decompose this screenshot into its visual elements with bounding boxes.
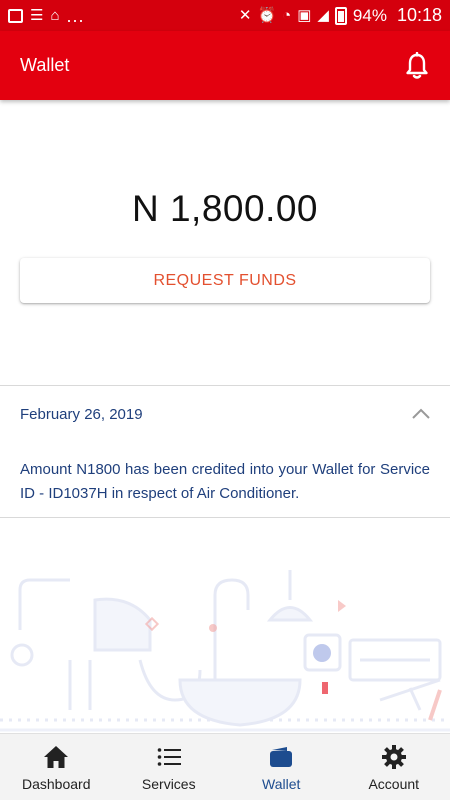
home-icon: [43, 744, 69, 770]
list-icon: [156, 744, 182, 770]
app-bar: Wallet: [0, 31, 450, 100]
alarm-icon: ⏰: [257, 7, 277, 24]
scale-notification-icon: ⌂: [50, 7, 60, 24]
page-title: Wallet: [20, 55, 70, 75]
nav-services[interactable]: Services: [113, 734, 226, 800]
divider: [0, 517, 450, 518]
nav-wallet-label: Wallet: [262, 776, 301, 792]
nav-account-label: Account: [368, 776, 420, 792]
signal-icon: ◢: [317, 7, 329, 24]
mute-icon: ✕: [238, 7, 252, 24]
nav-dashboard[interactable]: Dashboard: [0, 734, 113, 800]
battery-percent: 94%: [352, 5, 387, 25]
list-notification-icon: ☰: [30, 7, 44, 24]
more-notifications-indicator: ...: [66, 5, 85, 26]
wallet-icon: [268, 744, 294, 770]
status-system: ✕ ⏰ ◔ ▣ ◢ 94% 10:18: [239, 5, 442, 26]
bottom-navigation: Dashboard Services Wallet Account: [0, 733, 450, 800]
background-illustration: [0, 560, 450, 733]
bell-icon[interactable]: [404, 51, 430, 81]
gear-icon: [381, 744, 407, 770]
transaction-date[interactable]: February 26, 2019: [20, 406, 143, 423]
image-notification-icon: [8, 8, 23, 23]
clock: 10:18: [396, 5, 442, 25]
divider: [0, 385, 450, 386]
nav-dashboard-label: Dashboard: [22, 776, 91, 792]
wallet-screen: ☰ ⌂ ... ✕ ⏰ ◔ ▣ ◢ 94% 10:18 Wallet N 1,8…: [0, 0, 450, 800]
nav-wallet[interactable]: Wallet: [225, 734, 338, 800]
status-bar: ☰ ⌂ ... ✕ ⏰ ◔ ▣ ◢ 94% 10:18: [0, 0, 450, 31]
status-notifications: ☰ ⌂ ...: [8, 7, 85, 25]
wifi-icon: ◔: [282, 7, 292, 24]
battery-icon: [334, 6, 347, 25]
nav-services-label: Services: [141, 776, 196, 792]
transaction-message: Amount N1800 has been credited into your…: [20, 461, 430, 502]
chevron-up-icon[interactable]: [411, 407, 431, 421]
nav-account[interactable]: Account: [338, 734, 450, 800]
sim-icon: ▣: [297, 7, 312, 24]
wallet-balance: N 1,800.00: [131, 188, 319, 229]
request-funds-button[interactable]: REQUEST FUNDS: [20, 258, 430, 303]
